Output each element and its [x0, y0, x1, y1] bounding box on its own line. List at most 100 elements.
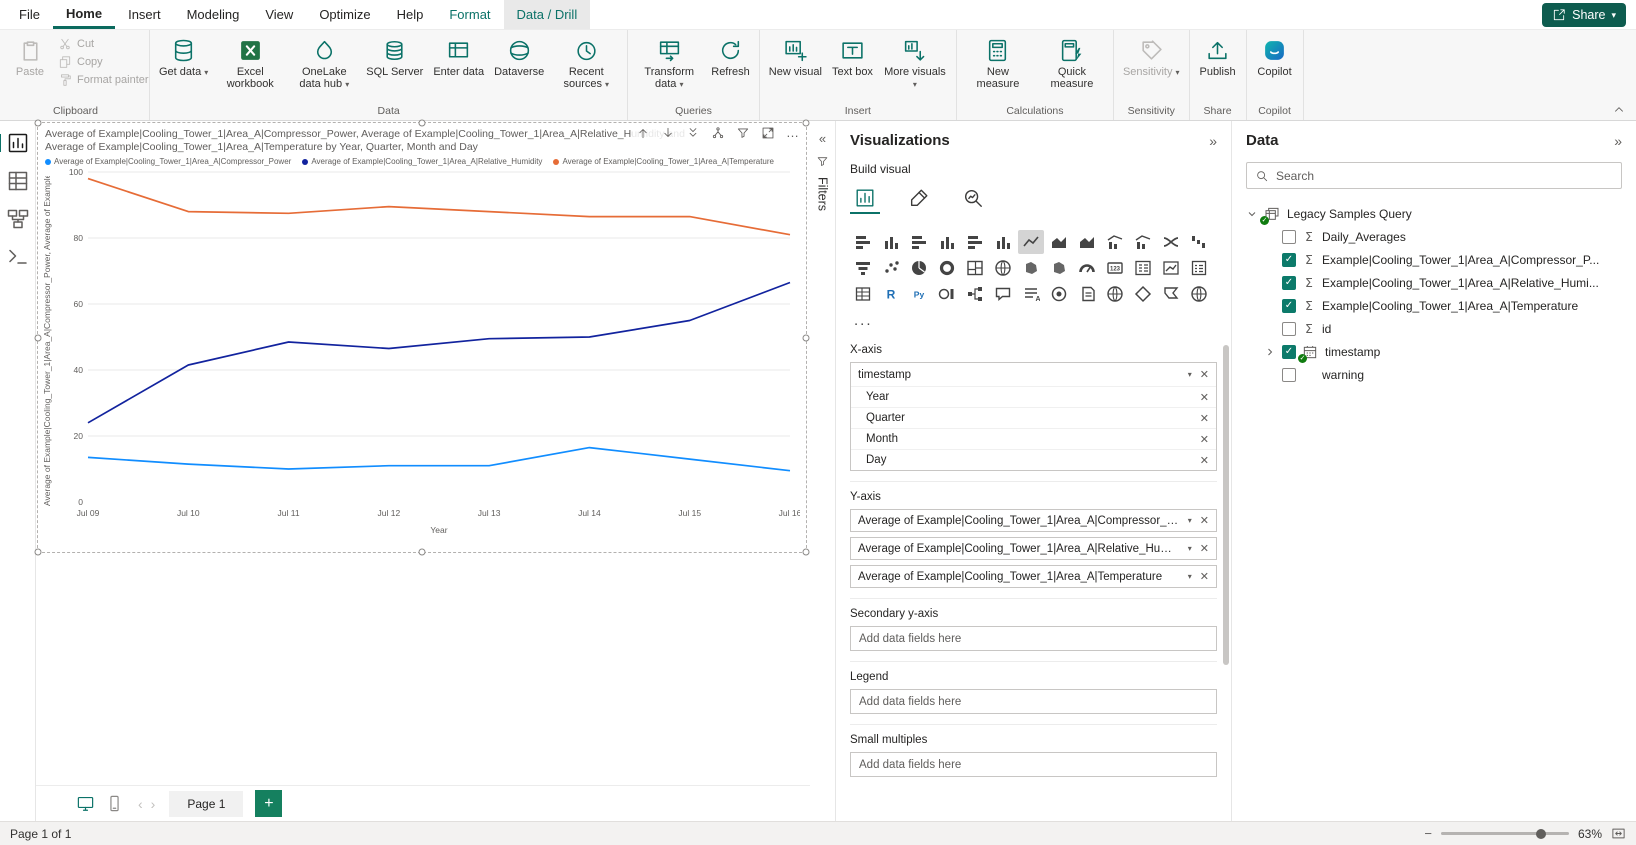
excel-workbook-button[interactable]: Excel workbook: [213, 34, 287, 94]
field-checkbox[interactable]: ✓: [1282, 276, 1296, 290]
field-pill-quarter[interactable]: Quarter✕: [851, 407, 1216, 428]
resize-handle[interactable]: [35, 549, 42, 556]
chevron-down-icon[interactable]: ▾: [1188, 370, 1192, 379]
visual-type-key-influencers[interactable]: [934, 282, 960, 306]
field-checkbox[interactable]: ✓: [1282, 299, 1296, 313]
visual-type-area-chart[interactable]: [1046, 230, 1072, 254]
fit-to-page-icon[interactable]: [1611, 826, 1626, 841]
visual-type-100-stacked-bar-chart[interactable]: [962, 230, 988, 254]
tab-format-visual[interactable]: [904, 184, 934, 214]
visual-type-line-and-clustered-column-chart[interactable]: [1130, 230, 1156, 254]
field-pill-timestamp[interactable]: timestamp▾✕: [851, 363, 1216, 386]
sql-server-button[interactable]: SQL Server: [361, 34, 428, 82]
text-box-button[interactable]: Text box: [827, 34, 878, 82]
expand-filters-button[interactable]: «: [819, 131, 826, 146]
collapse-visualizations-button[interactable]: »: [1209, 133, 1217, 149]
menu-item-file[interactable]: File: [6, 0, 53, 29]
visual-type-shape-map[interactable]: [1046, 256, 1072, 280]
tab-analytics[interactable]: [958, 184, 988, 214]
tab-build-visual[interactable]: [850, 184, 880, 214]
add-data-fields-dropzone[interactable]: Add data fields here: [850, 752, 1217, 777]
copy-button[interactable]: Copy: [54, 54, 145, 70]
visual-type-paginated-report[interactable]: [1074, 282, 1100, 306]
format-painter-button[interactable]: Format painter: [54, 72, 145, 88]
onelake-data-hub-button[interactable]: OneLake data hub ▾: [287, 34, 361, 95]
visual-type-power-apps[interactable]: [1130, 282, 1156, 306]
visual-type-python-visual[interactable]: Py: [906, 282, 932, 306]
prev-page-button[interactable]: ‹: [138, 796, 143, 812]
field-pill-day[interactable]: Day✕: [851, 449, 1216, 470]
menu-item-view[interactable]: View: [252, 0, 306, 29]
field-checkbox[interactable]: [1282, 322, 1296, 336]
new-measure-button[interactable]: New measure: [961, 34, 1035, 94]
visual-type-stacked-area-chart[interactable]: [1074, 230, 1100, 254]
drill-down-icon[interactable]: [661, 126, 675, 140]
focus-mode-icon[interactable]: [761, 126, 775, 140]
tree-item-warning[interactable]: warning: [1246, 363, 1622, 386]
field-checkbox[interactable]: [1282, 368, 1296, 382]
remove-field-button[interactable]: ✕: [1200, 514, 1209, 527]
resize-handle[interactable]: [803, 120, 810, 127]
drill-up-icon[interactable]: [636, 126, 650, 140]
field-pill-average-of-example-cooling-tower-1-area-a-relative-humidity[interactable]: Average of Example|Cooling_Tower_1|Area_…: [850, 537, 1217, 560]
visual-type-metrics[interactable]: [1046, 282, 1072, 306]
cut-button[interactable]: Cut: [54, 36, 145, 52]
visual-type-clustered-column-chart[interactable]: [934, 230, 960, 254]
visual-type-treemap[interactable]: [962, 256, 988, 280]
field-pill-year[interactable]: Year✕: [851, 386, 1216, 407]
zoom-slider[interactable]: [1441, 832, 1569, 835]
remove-field-button[interactable]: ✕: [1200, 454, 1209, 467]
visual-type-card[interactable]: 123: [1102, 256, 1128, 280]
drill-mode-icon[interactable]: [711, 126, 725, 140]
dax-query-view-button[interactable]: [6, 245, 30, 269]
desktop-layout-icon[interactable]: [76, 794, 95, 813]
scrollbar-thumb[interactable]: [1223, 345, 1229, 665]
recent-sources-button[interactable]: Recent sources ▾: [549, 34, 623, 95]
report-canvas[interactable]: … Average of Example|Cooling_Tower_1|Are…: [36, 121, 810, 785]
tree-item-legacy-samples-query[interactable]: ✓Legacy Samples Query: [1246, 202, 1622, 225]
sensitivity-button[interactable]: Sensitivity ▾: [1118, 34, 1185, 83]
new-page-button[interactable]: +: [255, 790, 282, 817]
tree-item-example-cooling-tower-1-area-a-relative-humi[interactable]: ✓ΣExample|Cooling_Tower_1|Area_A|Relativ…: [1246, 271, 1622, 294]
expand-all-icon[interactable]: [686, 126, 700, 140]
resize-handle[interactable]: [419, 549, 426, 556]
menu-item-help[interactable]: Help: [384, 0, 437, 29]
chevron-down-icon[interactable]: [1246, 208, 1258, 220]
visual-type-line-and-stacked-column-chart[interactable]: [1102, 230, 1128, 254]
chevron-right-icon[interactable]: [1264, 346, 1276, 358]
filter-icon[interactable]: [736, 126, 750, 140]
visual-type-smart-narrative[interactable]: A: [1018, 282, 1044, 306]
visual-type-decomposition-tree[interactable]: [962, 282, 988, 306]
transform-data-button[interactable]: Transform data ▾: [632, 34, 706, 95]
table-view-button[interactable]: [6, 169, 30, 193]
collapse-ribbon-button[interactable]: [1612, 103, 1626, 117]
more-visuals-button[interactable]: More visuals ▾: [878, 34, 952, 95]
visual-type-donut-chart[interactable]: [934, 256, 960, 280]
visual-type-power-automate[interactable]: [1158, 282, 1184, 306]
menu-item-home[interactable]: Home: [53, 0, 115, 29]
field-pill-average-of-example-cooling-tower-1-area-a-compressor-power[interactable]: Average of Example|Cooling_Tower_1|Area_…: [850, 509, 1217, 532]
refresh-button[interactable]: Refresh: [706, 34, 755, 82]
visual-type-map[interactable]: [990, 256, 1016, 280]
visual-type-waterfall-chart[interactable]: [1186, 230, 1212, 254]
publish-button[interactable]: Publish: [1194, 34, 1242, 82]
more-visual-types[interactable]: ...: [854, 312, 1217, 329]
new-visual-button[interactable]: New visual: [764, 34, 827, 82]
page-tab[interactable]: Page 1: [169, 791, 243, 817]
visual-type-multi-row-card[interactable]: [1130, 256, 1156, 280]
visual-type-kpi[interactable]: [1158, 256, 1184, 280]
chevron-down-icon[interactable]: ▾: [1188, 516, 1192, 525]
tree-item-id[interactable]: Σid: [1246, 317, 1622, 340]
model-view-button[interactable]: [6, 207, 30, 231]
more-options-icon[interactable]: …: [786, 128, 800, 138]
field-pill-month[interactable]: Month✕: [851, 428, 1216, 449]
visual-type-clustered-bar-chart[interactable]: [906, 230, 932, 254]
visual-type-r-script-visual[interactable]: R: [878, 282, 904, 306]
zoom-out-button[interactable]: −: [1424, 826, 1432, 841]
tree-item-example-cooling-tower-1-area-a-compressor-p[interactable]: ✓ΣExample|Cooling_Tower_1|Area_A|Compres…: [1246, 248, 1622, 271]
copilot-button[interactable]: Copilot: [1251, 34, 1299, 82]
remove-field-button[interactable]: ✕: [1200, 412, 1209, 425]
tree-item-example-cooling-tower-1-area-a-temperature[interactable]: ✓ΣExample|Cooling_Tower_1|Area_A|Tempera…: [1246, 294, 1622, 317]
remove-field-button[interactable]: ✕: [1200, 368, 1209, 381]
resize-handle[interactable]: [35, 120, 42, 127]
